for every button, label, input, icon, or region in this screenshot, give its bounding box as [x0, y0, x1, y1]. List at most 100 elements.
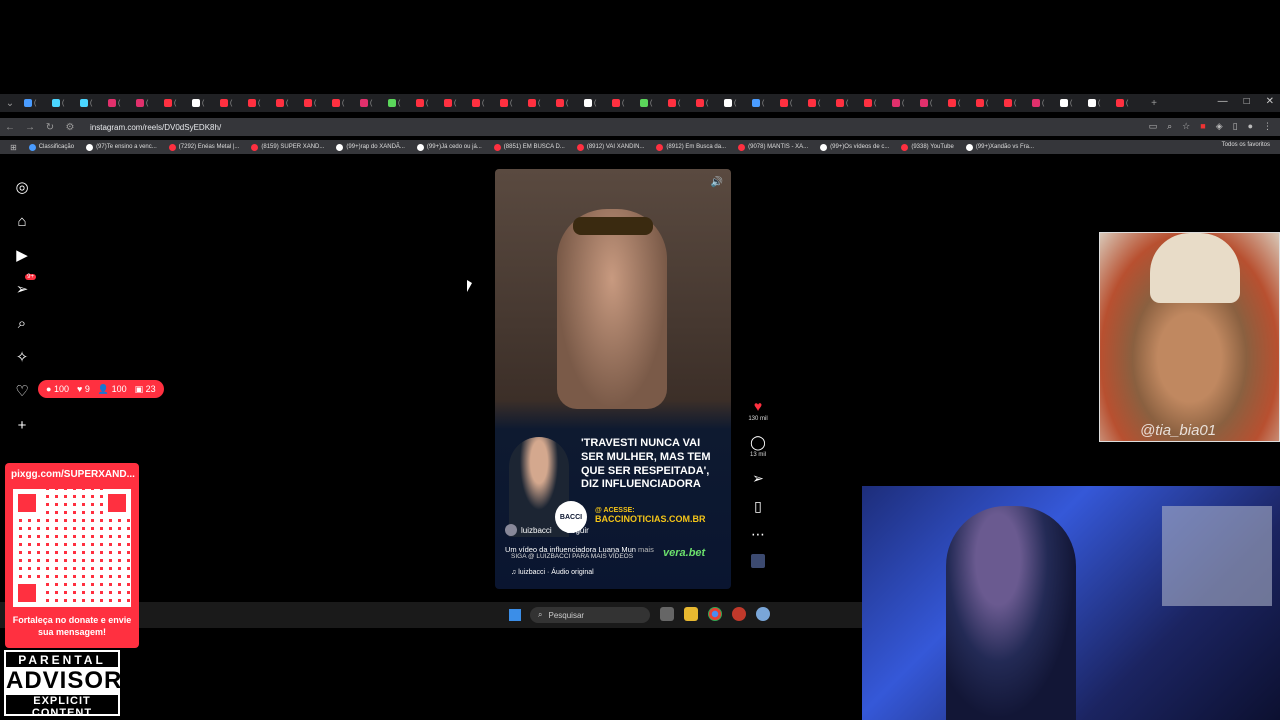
bookmark-item[interactable]: Classificação	[28, 143, 74, 151]
browser-tab[interactable]: (	[300, 96, 328, 110]
browser-tab[interactable]: (	[1000, 96, 1028, 110]
reel-author[interactable]: luizbacci Seguir	[505, 524, 589, 536]
browser-tab[interactable]: (	[972, 96, 1000, 110]
browser-tab[interactable]: (	[776, 96, 804, 110]
browser-tab[interactable]: (	[580, 96, 608, 110]
comment-action[interactable]: ◯ 13 mil	[750, 434, 766, 458]
browser-tab[interactable]: (	[888, 96, 916, 110]
explore-icon[interactable]: ✧	[8, 340, 36, 374]
file-explorer-icon[interactable]	[684, 607, 698, 621]
all-bookmarks[interactable]: Todos os favoritos	[1222, 142, 1270, 148]
browser-tab[interactable]: (	[188, 96, 216, 110]
comment-icon[interactable]: ◯	[750, 434, 766, 450]
apps-icon[interactable]: ⊞	[10, 143, 17, 152]
minimize-icon[interactable]: —	[1218, 96, 1228, 107]
heart-icon[interactable]: ♥	[754, 398, 762, 414]
reels-icon[interactable]: ▶	[8, 238, 36, 272]
bookmark-item[interactable]: (8912) VAI XANDIN...	[576, 143, 644, 151]
browser-tab[interactable]: (	[748, 96, 776, 110]
sidepanel-icon[interactable]: ▯	[1233, 121, 1238, 132]
bookmark-item[interactable]: (99+)rap do XANDÃ...	[336, 143, 405, 151]
bookmark-item[interactable]: (99+)Os vídeos de c...	[820, 143, 889, 151]
new-tab-button[interactable]: +	[1144, 98, 1164, 109]
browser-tab[interactable]: (	[1112, 96, 1140, 110]
browser-tab[interactable]: (	[412, 96, 440, 110]
audio-thumb-icon[interactable]	[751, 554, 765, 568]
notifications-popup[interactable]: ● 100 ♥ 9 👤 100 ▣ 23	[38, 380, 164, 398]
maximize-icon[interactable]: □	[1244, 96, 1250, 107]
close-icon[interactable]: ✕	[1266, 96, 1274, 107]
bookmark-item[interactable]: (97)Te ensino a venc...	[86, 143, 157, 151]
bookmark-item[interactable]: (8159) SUPER XAND...	[251, 143, 324, 151]
share-action[interactable]: ➢	[752, 470, 764, 486]
forward-icon[interactable]: →	[20, 122, 40, 133]
browser-tab[interactable]: (	[104, 96, 132, 110]
save-action[interactable]: ▯	[754, 498, 762, 514]
settings-icon[interactable]	[756, 607, 770, 621]
browser-tab[interactable]: (	[468, 96, 496, 110]
bookmark-item[interactable]: (9078) MANTIS - XA...	[738, 143, 808, 151]
reel-video[interactable]: 🔊 'TRAVESTI NUNCA VAI SER MULHER, MAS TE…	[495, 169, 731, 589]
browser-tab[interactable]: (	[832, 96, 860, 110]
more-action[interactable]: ⋯	[751, 526, 765, 542]
follow-button[interactable]: Seguir	[566, 526, 589, 535]
browser-tab[interactable]: (	[1056, 96, 1084, 110]
browser-tab[interactable]: (	[664, 96, 692, 110]
author-name[interactable]: luizbacci	[521, 526, 552, 535]
author-avatar[interactable]	[505, 524, 517, 536]
menu-icon[interactable]: ⋮	[1263, 121, 1272, 132]
browser-tab[interactable]: (	[160, 96, 188, 110]
browser-tab[interactable]: (	[48, 96, 76, 110]
browser-tab[interactable]: (	[244, 96, 272, 110]
bookmark-item[interactable]: (8851) EM BUSCA D...	[493, 143, 565, 151]
browser-tab[interactable]: (	[20, 96, 48, 110]
browser-tab[interactable]: (	[524, 96, 552, 110]
url-field[interactable]: instagram.com/reels/DV0dSyEDK8h/	[90, 123, 221, 132]
browser-tab[interactable]: (	[216, 96, 244, 110]
like-action[interactable]: ♥ 130 mil	[748, 398, 767, 422]
audio-action[interactable]	[751, 554, 765, 568]
messages-icon[interactable]: ➢ 9+	[8, 272, 36, 306]
taskbar-search[interactable]: ⌕ Pesquisar	[530, 607, 650, 623]
bookmark-item[interactable]: (8912) Em Busca da...	[656, 143, 726, 151]
cast-icon[interactable]: ▭	[1149, 121, 1158, 132]
browser-tab[interactable]: (	[804, 96, 832, 110]
reload-icon[interactable]: ↻	[40, 122, 60, 133]
site-info-icon[interactable]: ⚙	[60, 122, 80, 133]
zoom-icon[interactable]: ⌕	[1167, 121, 1172, 132]
extension-icon[interactable]: ■	[1200, 121, 1205, 132]
browser-tab[interactable]: (	[384, 96, 412, 110]
bookmark-star-icon[interactable]: ☆	[1182, 121, 1190, 132]
browser-tab[interactable]: (	[860, 96, 888, 110]
share-icon[interactable]: ➢	[752, 470, 764, 486]
browser-tab[interactable]: (	[76, 96, 104, 110]
browser-tab[interactable]: (	[132, 96, 160, 110]
browser-tab[interactable]: (	[944, 96, 972, 110]
task-view-icon[interactable]	[660, 607, 674, 621]
windows-start-icon[interactable]	[509, 609, 521, 621]
home-icon[interactable]: ⌂	[8, 204, 36, 238]
bookmark-icon[interactable]: ▯	[754, 498, 762, 514]
bookmark-item[interactable]: (7292) Enéas Metal |...	[168, 143, 239, 151]
mute-icon[interactable]: 🔊	[711, 177, 723, 188]
more-icon[interactable]: ⋯	[751, 526, 765, 542]
chrome-icon[interactable]	[708, 607, 722, 621]
browser-tab[interactable]: (	[692, 96, 720, 110]
browser-tab[interactable]: (	[356, 96, 384, 110]
notifications-heart-icon[interactable]: ♡	[8, 374, 36, 408]
back-icon[interactable]: ←	[0, 122, 20, 133]
browser-tab[interactable]: (	[1084, 96, 1112, 110]
search-icon[interactable]: ⌕	[8, 306, 36, 340]
browser-tab[interactable]: (	[916, 96, 944, 110]
browser-tab[interactable]: (	[1028, 96, 1056, 110]
browser-tab[interactable]: (	[496, 96, 524, 110]
more-link[interactable]: mais	[638, 545, 654, 554]
bookmark-item[interactable]: (99+)Xandão vs Fra...	[965, 143, 1034, 151]
reel-audio[interactable]: ♫ luizbacci · Áudio original	[511, 569, 594, 576]
extensions-icon[interactable]: ◈	[1216, 121, 1223, 132]
browser-tab[interactable]: (	[720, 96, 748, 110]
app-icon[interactable]	[732, 607, 746, 621]
browser-tab[interactable]: (	[272, 96, 300, 110]
browser-tab[interactable]: (	[328, 96, 356, 110]
browser-tab[interactable]: (	[608, 96, 636, 110]
